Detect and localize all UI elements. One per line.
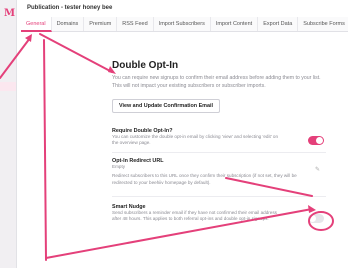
double-opt-in-section: Double Opt-In You can require new signup… — [112, 60, 326, 223]
sidebar: M — [0, 0, 17, 268]
divider — [112, 152, 326, 153]
tab-rss-feed[interactable]: RSS Feed — [117, 17, 154, 31]
tab-premium[interactable]: Premium — [84, 17, 118, 31]
tab-general[interactable]: General — [21, 17, 52, 32]
opt-in-redirect-desc: Redirect subscribers to this URL once th… — [112, 173, 297, 185]
require-double-opt-in-toggle[interactable] — [308, 136, 324, 145]
view-confirmation-email-button[interactable]: View and Update Confirmation Email — [112, 99, 220, 114]
require-double-opt-in-row: Require Double Opt-In? You can customize… — [112, 128, 326, 147]
settings-tabs: General Domains Premium RSS Feed Import … — [21, 17, 348, 32]
section-title: Double Opt-In — [112, 60, 179, 71]
tab-subscribe-forms[interactable]: Subscribe Forms — [298, 17, 348, 31]
pencil-icon[interactable]: ✎ — [315, 166, 320, 173]
smart-nudge-toggle[interactable] — [308, 214, 324, 223]
smart-nudge-row: Smart Nudge Send subscribers a reminder … — [112, 204, 326, 223]
section-description: You can require new signups to confirm t… — [112, 75, 321, 89]
tab-domains[interactable]: Domains — [52, 17, 85, 31]
smart-nudge-desc: Send subscribers a reminder email if the… — [112, 210, 277, 222]
page-title: Publication - tester honey bee — [27, 5, 113, 11]
tab-import-content[interactable]: Import Content — [211, 17, 259, 31]
sidebar-selected-item[interactable] — [0, 82, 16, 91]
opt-in-redirect-row: Opt-In Redirect URL Empty ✎ Redirect sub… — [112, 158, 326, 186]
opt-in-redirect-value[interactable]: Empty — [112, 164, 326, 170]
tab-export-data[interactable]: Export Data — [258, 17, 299, 31]
divider — [112, 196, 326, 197]
tab-import-subscribers[interactable]: Import Subscribers — [154, 17, 211, 31]
app-logo: M — [4, 8, 16, 19]
require-double-opt-in-desc: You can customize the double opt-in emai… — [112, 134, 279, 146]
